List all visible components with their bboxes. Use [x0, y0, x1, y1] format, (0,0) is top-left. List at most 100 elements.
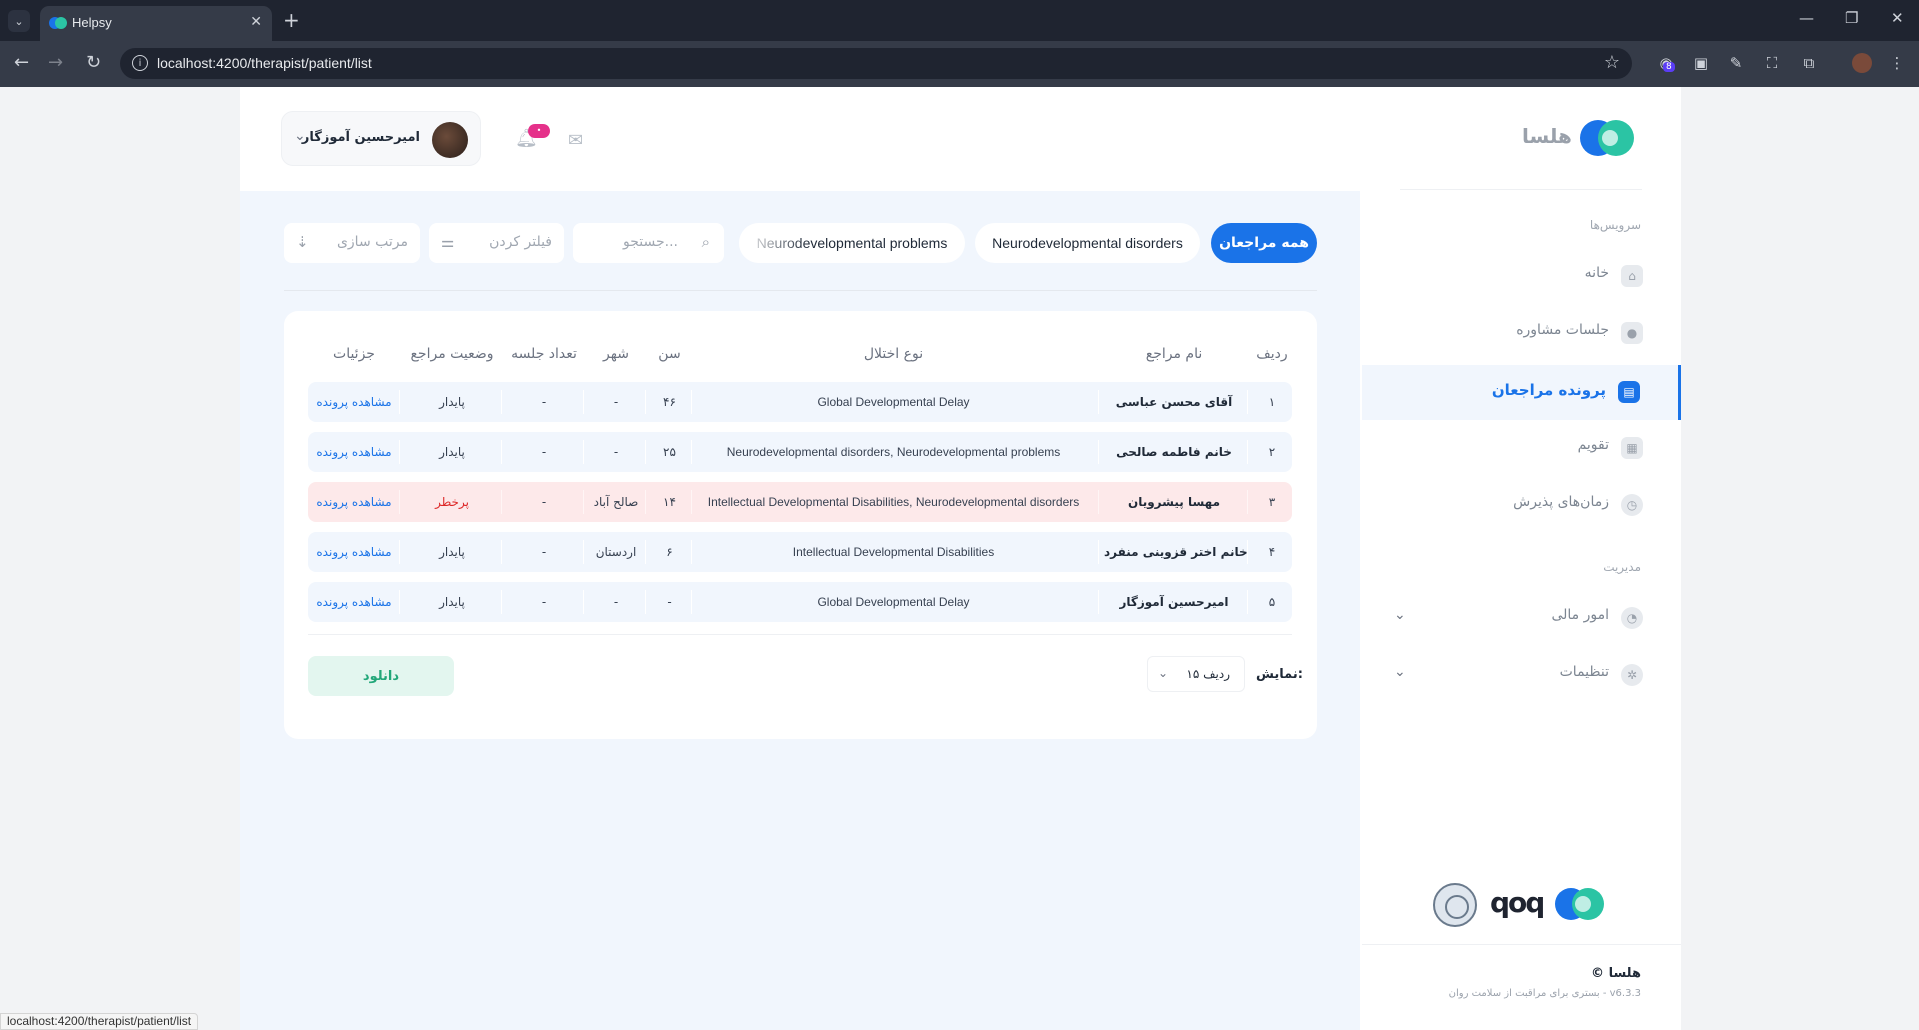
table-row[interactable]: ۱ آقای محسن عباسی Global Developmental D…: [308, 382, 1292, 422]
rows-per-page-select[interactable]: ۱۵ ردیف ⌄: [1147, 656, 1245, 692]
cell-status: پایدار: [439, 395, 465, 409]
cell-city: -: [613, 395, 619, 409]
sidebar-item-patient-files[interactable]: ▤ پرونده مراجعان: [1362, 365, 1681, 420]
cell-name: آقای محسن عباسی: [1115, 395, 1233, 409]
sidebar-item-settings[interactable]: ✲ تنظیمات ⌄: [1362, 650, 1681, 700]
cell-separator: [1247, 490, 1248, 514]
helpsy-logo-part: [1575, 896, 1591, 912]
search-input[interactable]: ⌕ جستجو...: [573, 223, 724, 263]
sidebar-divider: [1400, 189, 1642, 190]
bookmark-star-icon[interactable]: ☆: [1604, 52, 1620, 73]
address-url[interactable]: localhost:4200/therapist/patient/list: [157, 55, 372, 71]
column-header: نوع اختلال: [863, 346, 924, 362]
gear-icon: ✲: [1621, 664, 1643, 686]
browser-menu-icon[interactable]: ⋮: [1887, 53, 1907, 73]
profile-avatar[interactable]: [1852, 53, 1872, 73]
user-menu[interactable]: امیرحسین آموزگار ⌄: [281, 111, 481, 166]
browser-toolbar: ← → ↻ i localhost:4200/therapist/patient…: [0, 41, 1919, 87]
status-bar-url: localhost:4200/therapist/patient/list: [0, 1013, 199, 1030]
view-file-link[interactable]: مشاهده پرونده: [308, 582, 400, 622]
university-seal-icon: [1433, 883, 1477, 927]
cell-city: صالح آباد: [593, 495, 639, 509]
cell-city: -: [613, 595, 619, 609]
table-divider: [308, 634, 1292, 635]
forward-icon[interactable]: →: [48, 52, 63, 73]
cell-disorder: Intellectual Developmental Disabilities: [792, 545, 995, 559]
cell-separator: [1247, 390, 1248, 414]
cell-status: پرخطر: [435, 495, 469, 509]
sidebar-item-sessions[interactable]: ● جلسات مشاوره: [1362, 308, 1681, 358]
download-button[interactable]: دانلود: [308, 656, 454, 696]
extension-badge: 8: [1663, 62, 1675, 72]
rows-per-page-value: ۱۵ ردیف: [1186, 667, 1230, 681]
table-row[interactable]: ۵ امیرحسین آموزگار Global Developmental …: [308, 582, 1292, 622]
cell-age: ۱۴: [663, 495, 676, 509]
sort-label: مرتب سازی: [336, 234, 408, 250]
cell-separator: [1247, 590, 1248, 614]
new-tab-icon[interactable]: +: [283, 8, 300, 32]
table-row[interactable]: ۲ خانم فاطمه صالحی Neurodevelopmental di…: [308, 432, 1292, 472]
site-info-icon[interactable]: i: [132, 55, 148, 71]
filter-chip[interactable]: Neurodevelopmental problems: [739, 223, 965, 263]
page-margin-right: [1681, 87, 1919, 1030]
scroll-fade: [739, 223, 809, 263]
extension-icon[interactable]: ✎: [1726, 53, 1746, 73]
chevron-down-icon[interactable]: ⌄: [1394, 664, 1406, 680]
column-header: جزئیات: [333, 346, 375, 362]
sidebar-item-label: تقویم: [1577, 437, 1609, 453]
mail-icon[interactable]: ✉: [568, 130, 590, 151]
filter-chip-all[interactable]: همه مراجعان: [1211, 223, 1317, 263]
cell-name: امیرحسین آموزگار: [1119, 595, 1229, 609]
brand-logo[interactable]: هلسا: [1522, 120, 1642, 160]
table-row[interactable]: ۴ خانم اختر قزوینی منفرد Intellectual De…: [308, 532, 1292, 572]
minimize-icon[interactable]: —: [1799, 9, 1814, 27]
address-bar[interactable]: i localhost:4200/therapist/patient/list …: [120, 48, 1632, 79]
reload-icon[interactable]: ↻: [86, 52, 101, 73]
extensions-puzzle-icon[interactable]: ⧉: [1799, 53, 1819, 73]
sidebar-item-home[interactable]: ⌂ خانه: [1362, 251, 1681, 301]
close-window-icon[interactable]: ✕: [1891, 9, 1904, 27]
cell-age: ۶: [666, 545, 673, 559]
cell-separator: [1098, 540, 1099, 564]
sidebar-footer-divider: [1362, 944, 1681, 945]
cell-name: خانم فاطمه صالحی: [1116, 445, 1232, 459]
sidebar-item-label: جلسات مشاوره: [1516, 322, 1609, 338]
cell-status: پایدار: [439, 595, 465, 609]
view-file-link[interactable]: مشاهده پرونده: [308, 532, 400, 572]
brand-name: هلسا: [1522, 124, 1572, 148]
sidebar-item-reception-times[interactable]: ◷ زمان‌های پذیرش: [1362, 480, 1681, 530]
sidebar-item-calendar[interactable]: ▦ تقویم: [1362, 423, 1681, 473]
footer-brand: © هلسا: [1591, 966, 1641, 981]
cell-age: -: [667, 595, 672, 609]
table-header: ردیف نام مراجع نوع اختلال سن شهر تعداد ج…: [308, 346, 1292, 368]
sort-icon: ⇣: [296, 233, 309, 251]
browser-tab-bar: ⌄ Helpsy ✕ + — ❐ ✕: [0, 0, 1919, 41]
cell-separator: [1247, 440, 1248, 464]
view-file-link[interactable]: مشاهده پرونده: [308, 432, 400, 472]
cell-index: ۲: [1268, 445, 1276, 459]
sidebar-item-finance[interactable]: ◔ امور مالی ⌄: [1362, 593, 1681, 643]
document-icon: ▤: [1618, 381, 1640, 403]
chevron-down-icon[interactable]: ⌄: [1394, 607, 1406, 623]
cell-separator: [1098, 390, 1099, 414]
filter-button[interactable]: ⚌ فیلتر کردن: [429, 223, 564, 263]
extension-icon[interactable]: ⛶: [1762, 53, 1782, 73]
cell-separator: [1098, 440, 1099, 464]
restore-icon[interactable]: ❐: [1845, 9, 1858, 27]
view-file-link[interactable]: مشاهده پرونده: [308, 482, 400, 522]
filter-chip[interactable]: Neurodevelopmental disorders: [975, 223, 1200, 263]
sort-button[interactable]: ⇣ مرتب سازی: [284, 223, 420, 263]
table-row-high-risk[interactable]: ۳ مهسا پیشرویان Intellectual Development…: [308, 482, 1292, 522]
extension-icon[interactable]: ▣: [1691, 53, 1711, 73]
sidebar-item-label: تنظیمات: [1559, 664, 1609, 680]
browser-tab[interactable]: Helpsy ✕: [40, 6, 272, 41]
search-placeholder: جستجو...: [623, 234, 678, 250]
cell-city: -: [613, 445, 619, 459]
tab-close-icon[interactable]: ✕: [250, 14, 262, 30]
back-icon[interactable]: ←: [14, 52, 29, 73]
sidebar-item-label: زمان‌های پذیرش: [1513, 494, 1609, 510]
view-file-link[interactable]: مشاهده پرونده: [308, 382, 400, 422]
column-header: سن: [658, 346, 681, 362]
tab-search-dropdown-icon[interactable]: ⌄: [8, 10, 30, 32]
column-header: ردیف: [1256, 346, 1288, 362]
